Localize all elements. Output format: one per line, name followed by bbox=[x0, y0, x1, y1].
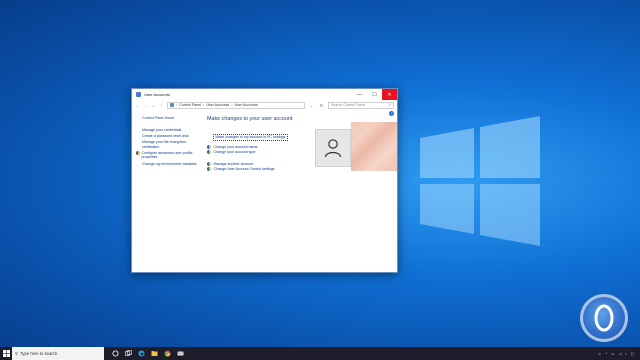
dropdown-chevron-icon[interactable]: ⌄ bbox=[308, 103, 315, 108]
windows-start-icon bbox=[2, 350, 10, 357]
user-avatar bbox=[315, 129, 351, 167]
user-accounts-icon bbox=[136, 92, 141, 97]
recent-locations-chevron-icon[interactable]: ⌄ bbox=[151, 103, 156, 108]
refresh-icon[interactable]: ↻ bbox=[318, 103, 325, 108]
system-tray: ☺ ^ ▭ ◁ ▪ ▢ bbox=[598, 352, 640, 356]
show-hidden-icons-chevron-icon[interactable]: ^ bbox=[605, 352, 607, 356]
search-icon: ⚲ bbox=[15, 351, 19, 356]
password-reset-disk-link[interactable]: Create a password reset disk bbox=[142, 134, 202, 139]
breadcrumb-item[interactable]: Control Panel bbox=[179, 103, 201, 107]
volume-icon[interactable]: ◁ bbox=[619, 352, 622, 356]
control-panel-home-link[interactable]: Control Panel Home bbox=[142, 116, 202, 120]
taskbar-search-placeholder: Type here to search bbox=[20, 351, 58, 356]
content-area: ? Control Panel Home Manage your credent… bbox=[132, 110, 397, 272]
manage-credentials-link[interactable]: Manage your credentials bbox=[142, 128, 202, 133]
control-panel-icon bbox=[170, 103, 174, 107]
breadcrumb-item[interactable]: User Accounts bbox=[235, 103, 258, 107]
network-icon[interactable]: ▭ bbox=[611, 352, 614, 356]
language-indicator-icon[interactable]: ▪ bbox=[625, 352, 626, 356]
window-title: User Accounts bbox=[144, 92, 170, 97]
start-button[interactable] bbox=[0, 347, 12, 360]
file-explorer-icon[interactable] bbox=[151, 350, 158, 357]
file-encryption-certificates-link[interactable]: Manage your file encryption certificates bbox=[142, 140, 202, 149]
taskbar: ⚲ Type here to search ☺ ^ ▭ ◁ ▪ ▢ bbox=[0, 347, 640, 360]
pc-settings-link[interactable]: Make changes to my account in PC setting… bbox=[213, 133, 288, 141]
people-icon[interactable]: ☺ bbox=[598, 352, 602, 356]
forward-arrow-icon[interactable]: → bbox=[143, 103, 148, 108]
address-bar: ← → ⌄ ↑ › Control Panel › User Accounts … bbox=[132, 100, 397, 110]
maximize-button[interactable]: ☐ bbox=[367, 89, 382, 100]
chrome-browser-icon[interactable] bbox=[164, 350, 171, 357]
up-arrow-icon[interactable]: ↑ bbox=[159, 103, 164, 108]
uac-shield-icon bbox=[136, 151, 140, 156]
user-avatar-icon bbox=[324, 139, 342, 158]
link-label: Change your account name bbox=[213, 145, 258, 149]
left-pane: Control Panel Home Manage your credentia… bbox=[136, 116, 202, 168]
breadcrumb-item[interactable]: User Accounts bbox=[206, 103, 229, 107]
watermark-emblem-icon bbox=[594, 304, 614, 332]
advanced-profile-properties-link[interactable]: Configure advanced user profile properti… bbox=[136, 151, 202, 160]
windows-logo-wallpaper bbox=[420, 116, 540, 246]
taskbar-search-box[interactable]: ⚲ Type here to search bbox=[12, 347, 104, 360]
edge-browser-icon[interactable] bbox=[138, 350, 145, 357]
search-placeholder: Search Control Panel bbox=[331, 103, 366, 107]
search-input[interactable]: Search Control Panel ⚲ bbox=[328, 101, 394, 109]
task-view-icon[interactable] bbox=[125, 350, 132, 357]
environment-variables-link[interactable]: Change my environment variables bbox=[142, 162, 202, 167]
help-icon[interactable]: ? bbox=[389, 111, 394, 116]
breadcrumb[interactable]: › Control Panel › User Accounts › User A… bbox=[167, 101, 305, 109]
search-icon: ⚲ bbox=[388, 103, 391, 107]
back-arrow-icon[interactable]: ← bbox=[135, 103, 140, 108]
link-label: Change User Account Control settings bbox=[213, 167, 275, 171]
cortana-icon[interactable] bbox=[112, 350, 119, 357]
minimize-button[interactable]: — bbox=[352, 89, 367, 100]
channel-watermark-logo bbox=[580, 294, 628, 342]
title-bar[interactable]: User Accounts — ☐ ✕ bbox=[132, 89, 397, 100]
uac-shield-icon bbox=[207, 167, 211, 172]
mail-icon[interactable] bbox=[177, 350, 184, 357]
pixelated-profile-picture bbox=[351, 122, 397, 171]
link-label: Manage another account bbox=[213, 162, 254, 166]
link-label: Configure advanced user profile properti… bbox=[141, 150, 193, 160]
link-label: Change your account type bbox=[213, 150, 256, 154]
user-accounts-window: User Accounts — ☐ ✕ ← → ⌄ ↑ › Control Pa… bbox=[131, 88, 398, 273]
notification-center-icon[interactable]: ▢ bbox=[631, 352, 634, 356]
close-button[interactable]: ✕ bbox=[382, 89, 397, 100]
taskbar-pinned-apps bbox=[112, 350, 184, 357]
